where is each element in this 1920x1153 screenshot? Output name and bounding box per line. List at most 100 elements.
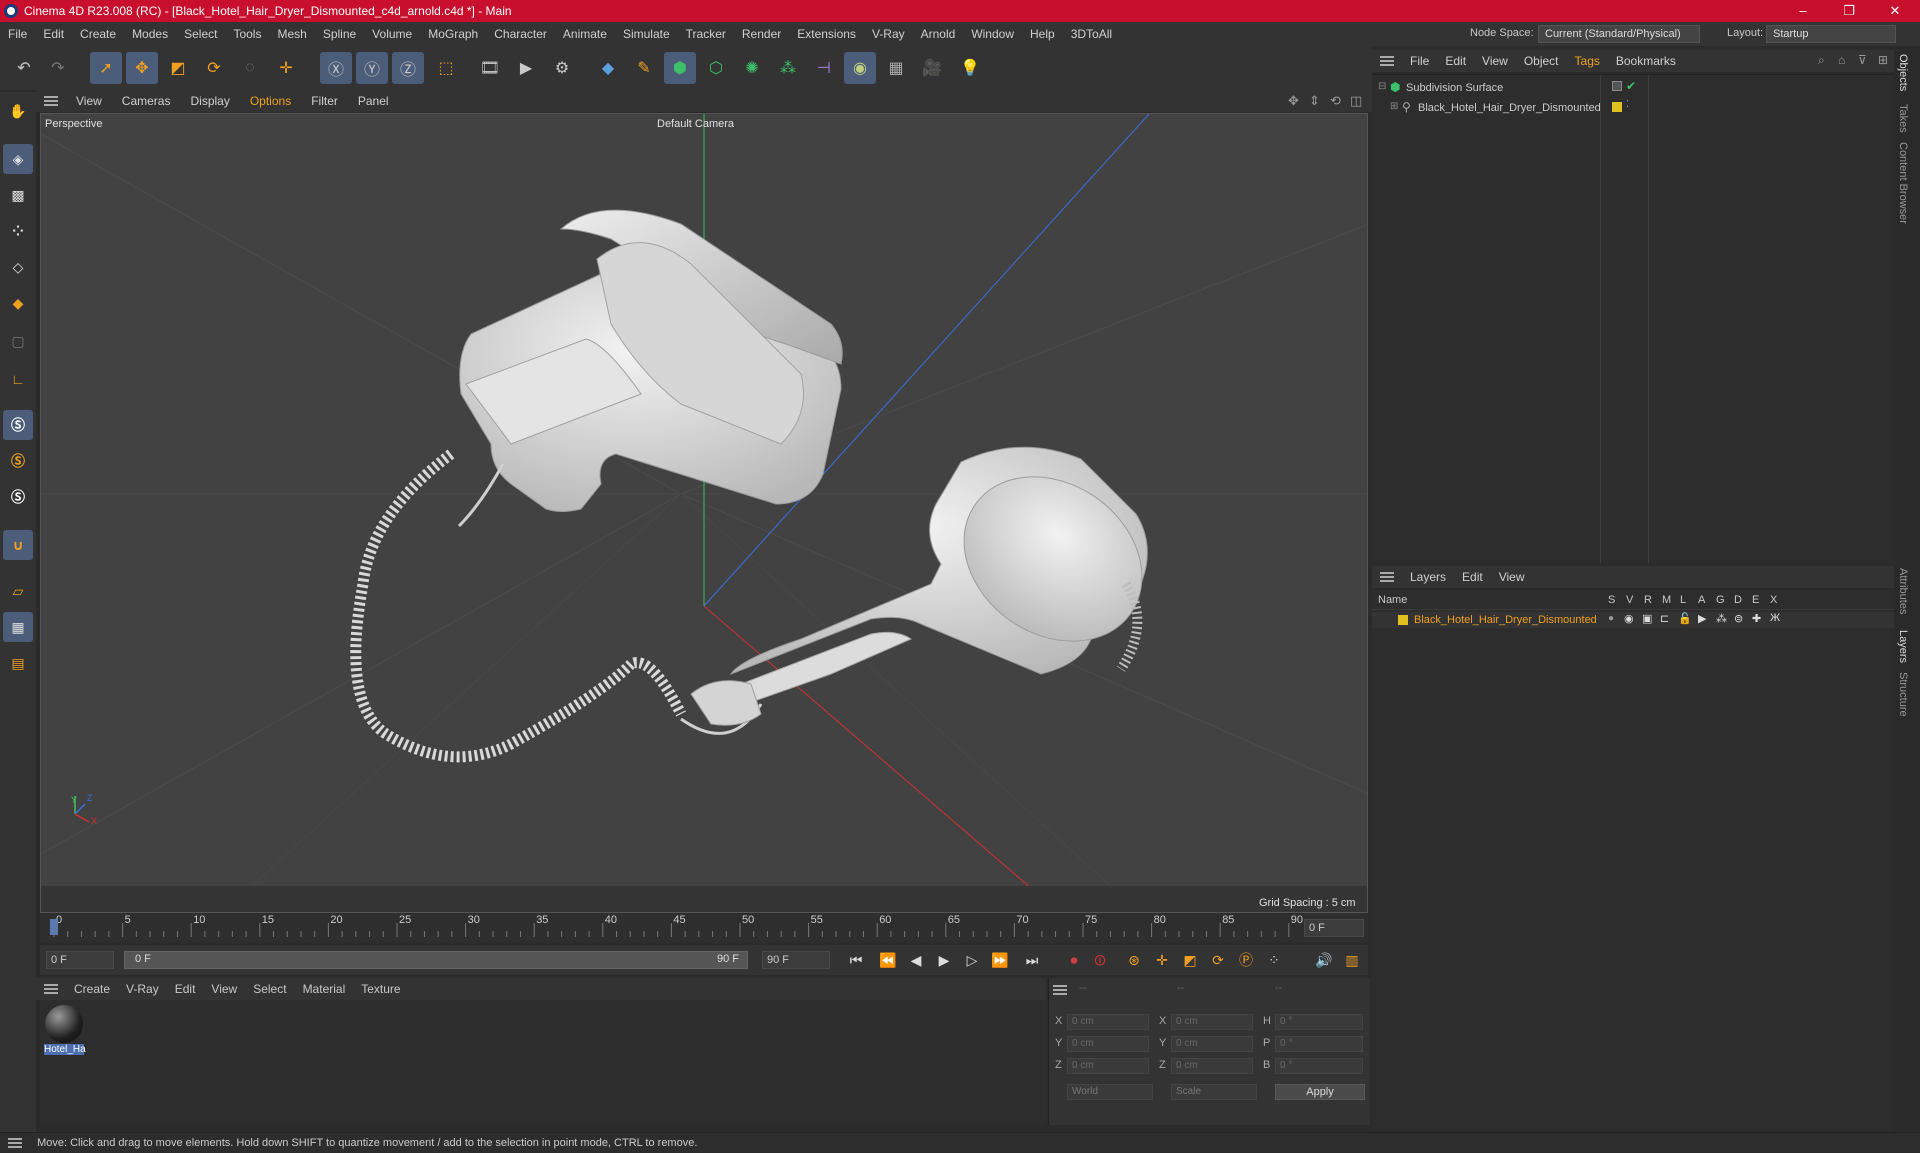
tab-objects[interactable]: Objects bbox=[1897, 54, 1909, 91]
render-settings-icon[interactable]: ⚙ bbox=[546, 52, 578, 84]
close-button[interactable]: ✕ bbox=[1872, 0, 1918, 22]
layer-col-locked[interactable]: L bbox=[1680, 594, 1686, 606]
snap-settings-icon[interactable]: Ⓢ bbox=[3, 446, 33, 476]
apply-button[interactable]: Apply bbox=[1275, 1084, 1365, 1100]
layer-col-manager[interactable]: M bbox=[1662, 594, 1671, 606]
menu-extensions[interactable]: Extensions bbox=[789, 27, 864, 41]
menu-help[interactable]: Help bbox=[1022, 27, 1063, 41]
object-menu-tags[interactable]: Tags bbox=[1567, 54, 1608, 68]
light-icon[interactable]: 💡 bbox=[954, 52, 986, 84]
magnet-icon[interactable]: ∪ bbox=[3, 530, 33, 560]
menu-edit[interactable]: Edit bbox=[35, 27, 72, 41]
enabled-check-icon[interactable]: ✔ bbox=[1626, 79, 1636, 93]
tree-expand-icon[interactable]: ⊞ bbox=[1390, 101, 1398, 112]
coord-rot-p-field[interactable]: 0 ° bbox=[1275, 1036, 1363, 1052]
coord-mode-dropdown[interactable]: World bbox=[1067, 1084, 1153, 1100]
timeline-window-icon[interactable]: ▥ bbox=[1340, 949, 1364, 971]
uv-mode-icon[interactable]: ▢ bbox=[3, 326, 33, 356]
layer-col-generators[interactable]: G bbox=[1716, 594, 1725, 606]
layer-name[interactable]: Black_Hotel_Hair_Dryer_Dismounted bbox=[1414, 614, 1597, 626]
viewport-menu-filter[interactable]: Filter bbox=[301, 94, 348, 108]
layer-menu-layers[interactable]: Layers bbox=[1402, 570, 1454, 584]
material-menu-material[interactable]: Material bbox=[295, 982, 354, 996]
material-menu-select[interactable]: Select bbox=[245, 982, 294, 996]
object-menu-file[interactable]: File bbox=[1402, 54, 1437, 68]
menu-tools[interactable]: Tools bbox=[225, 27, 269, 41]
layer-col-xref[interactable]: X bbox=[1770, 594, 1777, 606]
menu-3dtoall[interactable]: 3DToAll bbox=[1063, 27, 1120, 41]
layer-render-icon[interactable]: ▣ bbox=[1642, 612, 1652, 625]
move-tool-icon[interactable]: ✥ bbox=[126, 52, 158, 84]
menu-file[interactable]: File bbox=[0, 27, 35, 41]
coord-pos-y-field[interactable]: 0 cm bbox=[1067, 1036, 1149, 1052]
object-name[interactable]: Subdivision Surface bbox=[1406, 82, 1503, 94]
scale-key-icon[interactable]: ◩ bbox=[1178, 949, 1202, 971]
viewport-menu-options[interactable]: Options bbox=[240, 94, 301, 108]
coordinates-menu-icon[interactable] bbox=[1053, 985, 1067, 995]
minimize-button[interactable]: – bbox=[1780, 0, 1826, 22]
autokey-icon[interactable]: ⏼ bbox=[1088, 949, 1112, 971]
recent-tool-icon[interactable]: ◌ bbox=[234, 52, 266, 84]
object-home-icon[interactable]: ⌂ bbox=[1838, 53, 1845, 67]
layer-color-swatch[interactable] bbox=[1398, 615, 1408, 625]
coord-pos-x-field[interactable]: 0 cm bbox=[1067, 1014, 1149, 1030]
coord-size-z-field[interactable]: 0 cm bbox=[1171, 1058, 1253, 1074]
timeline-ruler[interactable]: 0 5 10 15 20 25 30 35 40 45 50 55 60 65 70 75 80 85 90 0 F bbox=[40, 913, 1368, 943]
menu-animate[interactable]: Animate bbox=[555, 27, 615, 41]
coord-size-x-field[interactable]: 0 cm bbox=[1171, 1014, 1253, 1030]
object-menu-view[interactable]: View bbox=[1474, 54, 1516, 68]
coord-pos-z-field[interactable]: 0 cm bbox=[1067, 1058, 1149, 1074]
select-tool-icon[interactable]: ➚ bbox=[90, 52, 122, 84]
cloner-icon[interactable]: ✺ bbox=[736, 52, 768, 84]
tab-structure[interactable]: Structure bbox=[1897, 672, 1909, 717]
layer-manager-icon[interactable]: ⊏ bbox=[1660, 612, 1669, 625]
prev-key-icon[interactable]: ⏪ bbox=[876, 949, 900, 971]
layer-col-expressions[interactable]: E bbox=[1752, 594, 1759, 606]
layer-col-solo[interactable]: S bbox=[1608, 594, 1615, 606]
menu-mograph[interactable]: MoGraph bbox=[420, 27, 486, 41]
layer-col-animation[interactable]: A bbox=[1698, 594, 1705, 606]
position-key-icon[interactable]: ✛ bbox=[1150, 949, 1174, 971]
render-picture-viewer-icon[interactable]: ▶ bbox=[510, 52, 542, 84]
axis-mode-icon[interactable]: ∟ bbox=[3, 364, 33, 394]
coord-rot-b-field[interactable]: 0 ° bbox=[1275, 1058, 1363, 1074]
material-menu-texture[interactable]: Texture bbox=[353, 982, 408, 996]
layer-solo-icon[interactable]: ● bbox=[1608, 613, 1614, 624]
undo-icon[interactable]: ↶ bbox=[8, 52, 40, 84]
start-frame-field[interactable]: 0 F bbox=[46, 951, 114, 969]
frame-range-slider[interactable]: 0 F 90 F bbox=[124, 951, 748, 969]
workplane-snap-icon[interactable]: Ⓢ bbox=[3, 482, 33, 512]
layout-dropdown[interactable]: Startup bbox=[1766, 25, 1896, 43]
subdivision-surface-icon[interactable]: ⬢ bbox=[664, 52, 696, 84]
edges-mode-icon[interactable]: ◇ bbox=[3, 252, 33, 282]
goto-end-icon[interactable]: ⏭ bbox=[1020, 949, 1044, 971]
pen-spline-icon[interactable]: ✎ bbox=[628, 52, 660, 84]
menu-vray[interactable]: V-Ray bbox=[864, 27, 913, 41]
model-mode-icon[interactable]: ◈ bbox=[3, 144, 33, 174]
workplane-icon[interactable]: ▱ bbox=[3, 576, 33, 606]
menu-simulate[interactable]: Simulate bbox=[615, 27, 678, 41]
layer-generators-icon[interactable]: ⁂ bbox=[1716, 612, 1727, 625]
maximize-button[interactable]: ❐ bbox=[1826, 0, 1872, 22]
polygons-mode-icon[interactable]: ◆ bbox=[3, 288, 33, 318]
points-mode-icon[interactable]: ⁘ bbox=[3, 216, 33, 246]
viewport-nav-move-icon[interactable]: ✥ bbox=[1288, 93, 1299, 109]
redo-icon[interactable]: ↷ bbox=[42, 52, 74, 84]
object-menu-edit[interactable]: Edit bbox=[1437, 54, 1474, 68]
object-menu-bookmarks[interactable]: Bookmarks bbox=[1608, 54, 1684, 68]
rotate-tool-icon[interactable]: ⟳ bbox=[198, 52, 230, 84]
tab-content-browser[interactable]: Content Browser bbox=[1897, 142, 1909, 224]
layer-expressions-icon[interactable]: ✚ bbox=[1752, 612, 1761, 625]
coordinate-system-icon[interactable]: ⬚ bbox=[430, 52, 462, 84]
object-new-window-icon[interactable]: ⊞ bbox=[1878, 53, 1888, 67]
object-menu-icon[interactable] bbox=[1380, 56, 1394, 66]
prev-frame-icon[interactable]: ◀ bbox=[904, 949, 928, 971]
timeline-sound-icon[interactable]: 🔊 bbox=[1312, 949, 1336, 971]
grid-icon[interactable]: ▦ bbox=[3, 612, 33, 642]
layer-col-render[interactable]: R bbox=[1644, 594, 1652, 606]
menu-spline[interactable]: Spline bbox=[315, 27, 364, 41]
menu-render[interactable]: Render bbox=[734, 27, 789, 41]
rotation-key-icon[interactable]: ⟳ bbox=[1206, 949, 1230, 971]
next-key-icon[interactable]: ⏩ bbox=[988, 949, 1012, 971]
scale-tool-icon[interactable]: ◩ bbox=[162, 52, 194, 84]
